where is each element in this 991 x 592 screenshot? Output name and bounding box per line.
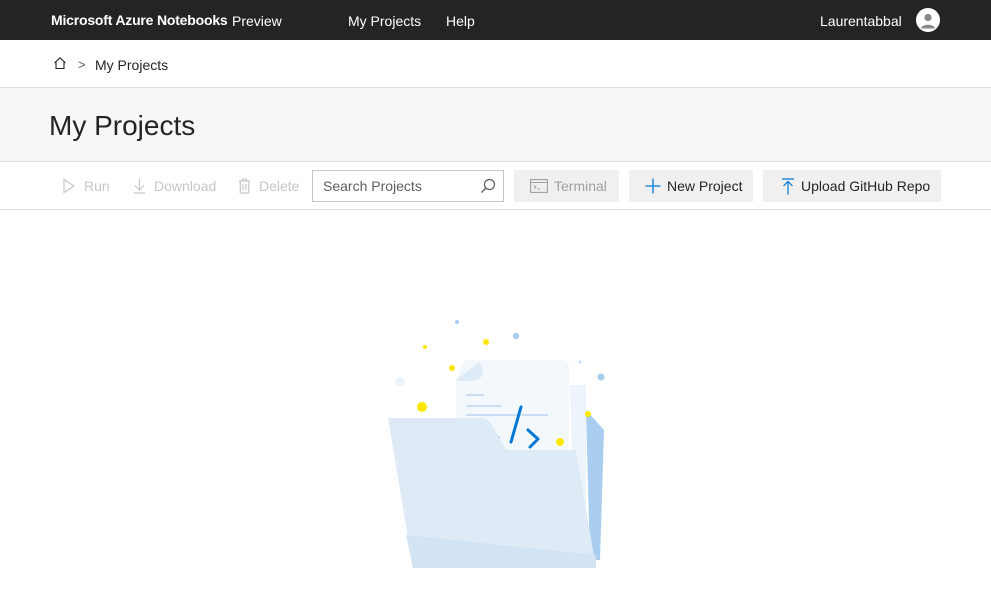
- username[interactable]: Laurentabbal: [820, 13, 902, 29]
- terminal-icon: [530, 179, 548, 193]
- home-icon[interactable]: [53, 56, 67, 70]
- run-button[interactable]: Run: [62, 170, 110, 202]
- new-project-label: New Project: [667, 178, 743, 194]
- plus-icon: [645, 178, 661, 194]
- breadcrumb-current: My Projects: [95, 57, 169, 73]
- preview-label: Preview: [232, 13, 282, 29]
- trash-icon: [239, 178, 250, 194]
- toolbar: Run Download Delete Terminal New Project…: [0, 162, 991, 210]
- download-icon: [134, 179, 145, 194]
- new-project-button[interactable]: New Project: [629, 170, 753, 202]
- run-label: Run: [84, 178, 110, 194]
- nav-help[interactable]: Help: [446, 13, 475, 29]
- play-icon: [63, 178, 76, 194]
- breadcrumb: > My Projects: [0, 40, 991, 88]
- upload-github-repo-button[interactable]: Upload GitHub Repo: [763, 170, 941, 202]
- search-input[interactable]: [313, 171, 473, 201]
- top-nav-bar: Microsoft Azure Notebooks Preview My Pro…: [0, 0, 991, 40]
- brand-title[interactable]: Microsoft Azure Notebooks: [51, 12, 228, 28]
- upload-icon: [782, 177, 794, 194]
- delete-label: Delete: [259, 178, 300, 194]
- upload-github-repo-label: Upload GitHub Repo: [801, 178, 931, 194]
- search-box: [312, 170, 504, 202]
- nav-my-projects[interactable]: My Projects: [348, 13, 421, 29]
- terminal-label: Terminal: [554, 178, 607, 194]
- download-button[interactable]: Download: [133, 170, 216, 202]
- empty-folder-illustration: [380, 310, 620, 587]
- download-label: Download: [154, 178, 217, 194]
- breadcrumb-separator: >: [78, 57, 86, 72]
- search-icon[interactable]: [480, 178, 496, 194]
- delete-button[interactable]: Delete: [238, 170, 299, 202]
- user-avatar-icon[interactable]: [916, 8, 940, 32]
- terminal-button[interactable]: Terminal: [514, 170, 619, 202]
- page-title: My Projects: [49, 110, 196, 141]
- title-band: My Projects: [0, 88, 991, 162]
